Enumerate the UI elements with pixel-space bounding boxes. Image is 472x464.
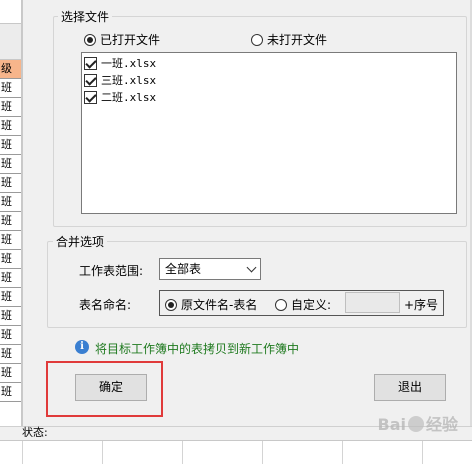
excel-cell: 班 bbox=[0, 326, 21, 345]
radio-naming-custom-indicator[interactable] bbox=[275, 298, 287, 311]
excel-cell-list: 级班班班班班班班班班班班班班班班班班 bbox=[0, 60, 21, 402]
excel-cell: 级 bbox=[0, 60, 21, 79]
grid-line bbox=[102, 441, 103, 464]
excel-cell: 班 bbox=[0, 136, 21, 155]
custom-name-input[interactable] bbox=[345, 292, 400, 313]
file-item[interactable]: 一班.xlsx bbox=[84, 55, 156, 71]
excel-cell: 班 bbox=[0, 174, 21, 193]
sequence-suffix-label: +序号 bbox=[404, 298, 439, 312]
grid-line bbox=[422, 441, 423, 464]
excel-cell: 班 bbox=[0, 307, 21, 326]
excel-sheet-strip: 级班班班班班班班班班班班班班班班班班 bbox=[0, 0, 22, 426]
excel-cell: 班 bbox=[0, 383, 21, 402]
radio-opened-files[interactable]: 已打开文件 bbox=[84, 31, 160, 48]
excel-cell: 班 bbox=[0, 212, 21, 231]
file-list[interactable]: 一班.xlsx 三班.xlsx 二班.xlsx bbox=[81, 52, 457, 214]
excel-cell: 班 bbox=[0, 98, 21, 117]
grid-line bbox=[182, 441, 183, 464]
select-files-title: 选择文件 bbox=[58, 8, 113, 25]
radio-naming-custom-label: 自定义: bbox=[291, 298, 332, 312]
sheet-range-value: 全部表 bbox=[165, 262, 202, 276]
excel-cell: 班 bbox=[0, 288, 21, 307]
chevron-down-icon bbox=[246, 262, 257, 273]
excel-cell: 班 bbox=[0, 269, 21, 288]
radio-unopened-indicator[interactable] bbox=[251, 33, 263, 46]
file-item[interactable]: 二班.xlsx bbox=[84, 89, 156, 105]
excel-cell: 班 bbox=[0, 117, 21, 136]
excel-column-header bbox=[0, 24, 21, 60]
radio-unopened-label: 未打开文件 bbox=[267, 33, 328, 47]
excel-cell: 班 bbox=[0, 250, 21, 269]
excel-toolbar-area bbox=[0, 0, 21, 24]
info-text: 将目标工作簿中的表拷贝到新工作簿中 bbox=[95, 342, 300, 356]
file-checkbox[interactable] bbox=[84, 90, 97, 104]
excel-cell: 班 bbox=[0, 364, 21, 383]
grid-line bbox=[342, 441, 343, 464]
file-item[interactable]: 三班.xlsx bbox=[84, 72, 156, 88]
radio-naming-original-indicator[interactable] bbox=[165, 298, 177, 311]
radio-naming-custom[interactable]: 自定义: bbox=[275, 296, 331, 313]
excel-cell: 班 bbox=[0, 79, 21, 98]
sheet-range-label: 工作表范围: bbox=[79, 264, 144, 278]
highlight-annotation bbox=[46, 361, 163, 417]
status-label: 状态: bbox=[22, 426, 48, 439]
file-checkbox[interactable] bbox=[84, 56, 97, 70]
radio-unopened-files[interactable]: 未打开文件 bbox=[251, 31, 327, 48]
exit-button[interactable]: 退出 bbox=[374, 374, 446, 401]
watermark-logo: Bai 经验 bbox=[377, 415, 459, 434]
grid-line bbox=[22, 441, 23, 464]
excel-cell: 班 bbox=[0, 155, 21, 174]
file-name: 二班.xlsx bbox=[101, 91, 157, 104]
sheet-naming-label: 表名命名: bbox=[79, 298, 132, 312]
excel-grid-bottom bbox=[0, 440, 472, 464]
radio-opened-label: 已打开文件 bbox=[100, 33, 161, 47]
excel-cell: 班 bbox=[0, 193, 21, 212]
file-name: 三班.xlsx bbox=[101, 74, 157, 87]
file-name: 一班.xlsx bbox=[101, 57, 157, 70]
excel-cell: 班 bbox=[0, 231, 21, 250]
excel-cell: 班 bbox=[0, 345, 21, 364]
info-icon: i bbox=[75, 340, 89, 354]
grid-line bbox=[262, 441, 263, 464]
file-checkbox[interactable] bbox=[84, 73, 97, 87]
sheet-range-select[interactable]: 全部表 bbox=[159, 258, 261, 280]
radio-opened-indicator[interactable] bbox=[84, 33, 96, 46]
radio-naming-original[interactable]: 原文件名-表名 bbox=[165, 296, 257, 313]
merge-options-title: 合并选项 bbox=[53, 233, 108, 250]
radio-naming-original-label: 原文件名-表名 bbox=[181, 298, 258, 312]
